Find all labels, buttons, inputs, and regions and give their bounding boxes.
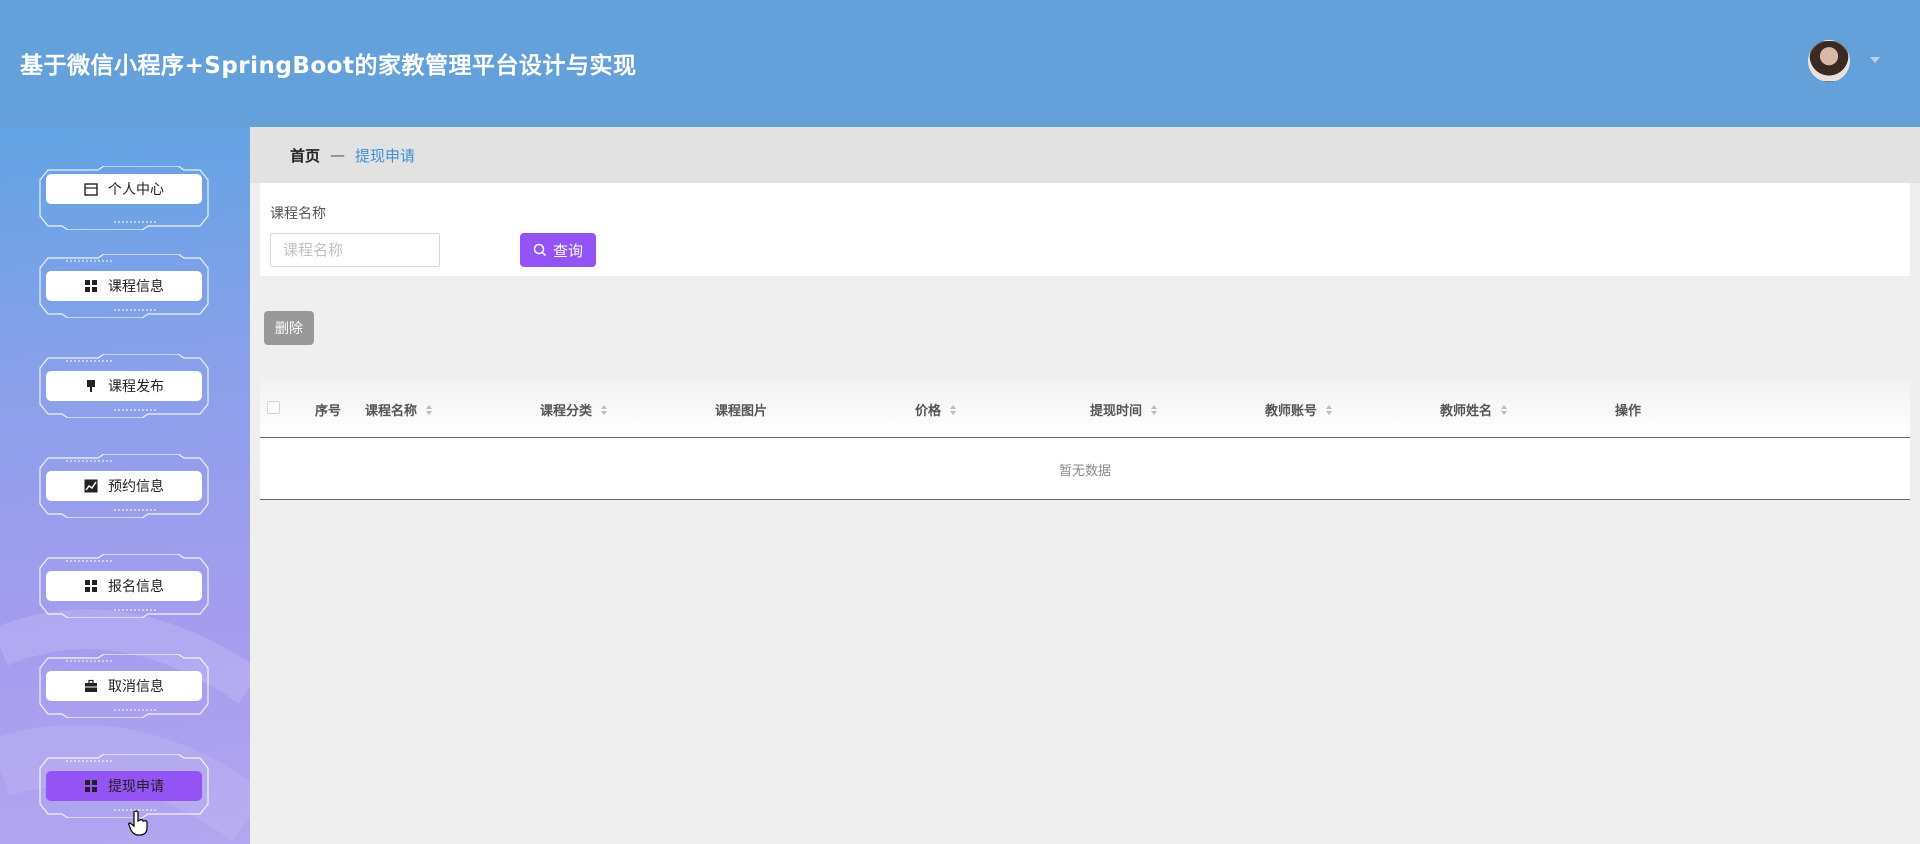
pin-icon [87,380,95,392]
sort-icon[interactable] [1150,404,1158,416]
menu-button[interactable]: 报名信息 [46,571,202,601]
sidebar-item-label: 个人中心 [108,182,164,198]
hand-cursor-icon [128,810,148,836]
menu-button[interactable]: 课程信息 [46,271,202,301]
menu-button[interactable]: 个人中心 [46,174,202,204]
grid-icon [85,280,97,292]
sidebar-item-enrollment-info[interactable]: 报名信息 [38,554,210,618]
query-button-label: 查询 [552,241,583,260]
sidebar-item-withdrawal-request[interactable]: 提现申请 [38,754,210,818]
sort-icon[interactable] [600,404,608,416]
table-empty-text: 暂无数据 [1058,464,1111,479]
sidebar-item-label: 课程信息 [108,279,164,295]
sort-icon[interactable] [1500,404,1508,416]
sidebar-item-course-publish[interactable]: 课程发布 [38,354,210,418]
menu-button[interactable]: 预约信息 [46,471,202,501]
select-all-checkbox[interactable] [267,401,280,414]
menu-button[interactable]: 课程发布 [46,371,202,401]
column-header-withdrawal-time[interactable]: 提现时间 [1090,400,1158,419]
column-header-teacher-name[interactable]: 教师姓名 [1440,400,1508,419]
sidebar-item-cancel-info[interactable]: 取消信息 [38,654,210,718]
breadcrumb-separator: — [330,146,346,164]
search-label: 课程名称 [270,206,326,222]
query-button[interactable]: 查询 [520,233,596,267]
calendar-icon [84,183,98,196]
search-panel: 课程名称 查询 [260,183,1910,276]
column-header-course-image: 课程图片 [715,404,768,419]
sidebar-item-label: 报名信息 [108,579,164,595]
breadcrumb-home[interactable]: 首页 [290,145,320,166]
user-avatar[interactable] [1808,40,1850,82]
briefcase-icon [85,679,97,692]
sort-icon[interactable] [425,404,433,416]
column-header-course-category[interactable]: 课程分类 [540,400,608,419]
search-icon [533,243,547,257]
sidebar-item-label: 提现申请 [108,779,164,795]
grid-icon [85,780,97,792]
table-header: 序号 课程名称 课程分类 课程图片 价格 提现时间 教师账号 教师姓名 操作 [260,380,1910,438]
data-table: 序号 课程名称 课程分类 课程图片 价格 提现时间 教师账号 教师姓名 操作 暂… [260,380,1910,500]
app-title: 基于微信小程序+SpringBoot的家教管理平台设计与实现 [20,53,637,79]
chevron-down-icon[interactable] [1867,52,1883,68]
column-header-index: 序号 [315,404,342,419]
top-header: 基于微信小程序+SpringBoot的家教管理平台设计与实现 [0,0,1920,127]
sidebar-item-label: 课程发布 [108,379,164,395]
sort-icon[interactable] [949,404,957,416]
column-header-course-name[interactable]: 课程名称 [365,400,433,419]
breadcrumb-current[interactable]: 提现申请 [355,145,415,166]
chart-icon [84,479,98,493]
course-name-search-input[interactable] [270,233,440,267]
sidebar-item-reservation-info[interactable]: 预约信息 [38,454,210,518]
sort-icon[interactable] [1325,404,1333,416]
column-header-teacher-account[interactable]: 教师账号 [1265,400,1333,419]
column-header-price[interactable]: 价格 [915,400,957,419]
delete-button[interactable]: 删除 [264,311,314,345]
sidebar-item-label: 取消信息 [108,679,164,695]
column-header-actions: 操作 [1615,404,1642,419]
sidebar-item-personal-center[interactable]: 个人中心 [38,166,210,230]
breadcrumb: 首页 — 提现申请 [250,127,1920,183]
grid-icon [85,580,97,592]
menu-button[interactable]: 取消信息 [46,671,202,701]
menu-button[interactable]: 提现申请 [46,771,202,801]
sidebar-item-course-info[interactable]: 课程信息 [38,254,210,318]
sidebar-item-label: 预约信息 [108,479,164,495]
